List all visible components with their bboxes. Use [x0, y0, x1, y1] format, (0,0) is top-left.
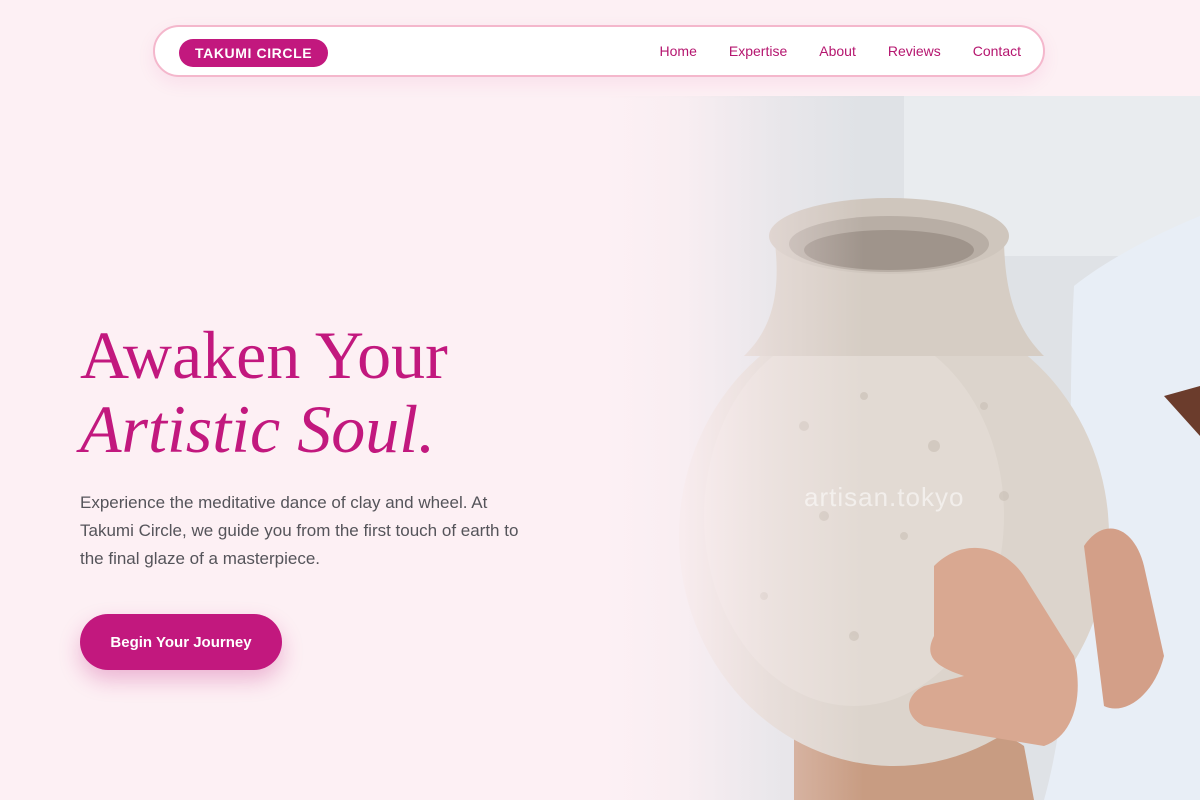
hero-image-fade	[604, 96, 864, 800]
hero-title: Awaken Your Artistic Soul.	[80, 318, 448, 466]
hero-title-line2: Artistic Soul.	[80, 391, 436, 467]
nav-link-about[interactable]: About	[819, 43, 856, 59]
nav-links: Home Expertise About Reviews Contact	[628, 27, 1021, 75]
image-watermark: artisan.tokyo	[804, 482, 965, 512]
nav-link-contact[interactable]: Contact	[973, 43, 1021, 59]
nav-link-home[interactable]: Home	[660, 43, 697, 59]
begin-journey-button[interactable]: Begin Your Journey	[80, 614, 282, 670]
nav-link-reviews[interactable]: Reviews	[888, 43, 941, 59]
hero-title-line1: Awaken Your	[80, 317, 448, 393]
nav-link-expertise[interactable]: Expertise	[729, 43, 787, 59]
navbar: TAKUMI CIRCLE Home Expertise About Revie…	[153, 25, 1045, 77]
hero-image: artisan.tokyo	[604, 96, 1200, 800]
brand-logo[interactable]: TAKUMI CIRCLE	[179, 39, 329, 67]
hero-description: Experience the meditative dance of clay …	[80, 493, 519, 568]
